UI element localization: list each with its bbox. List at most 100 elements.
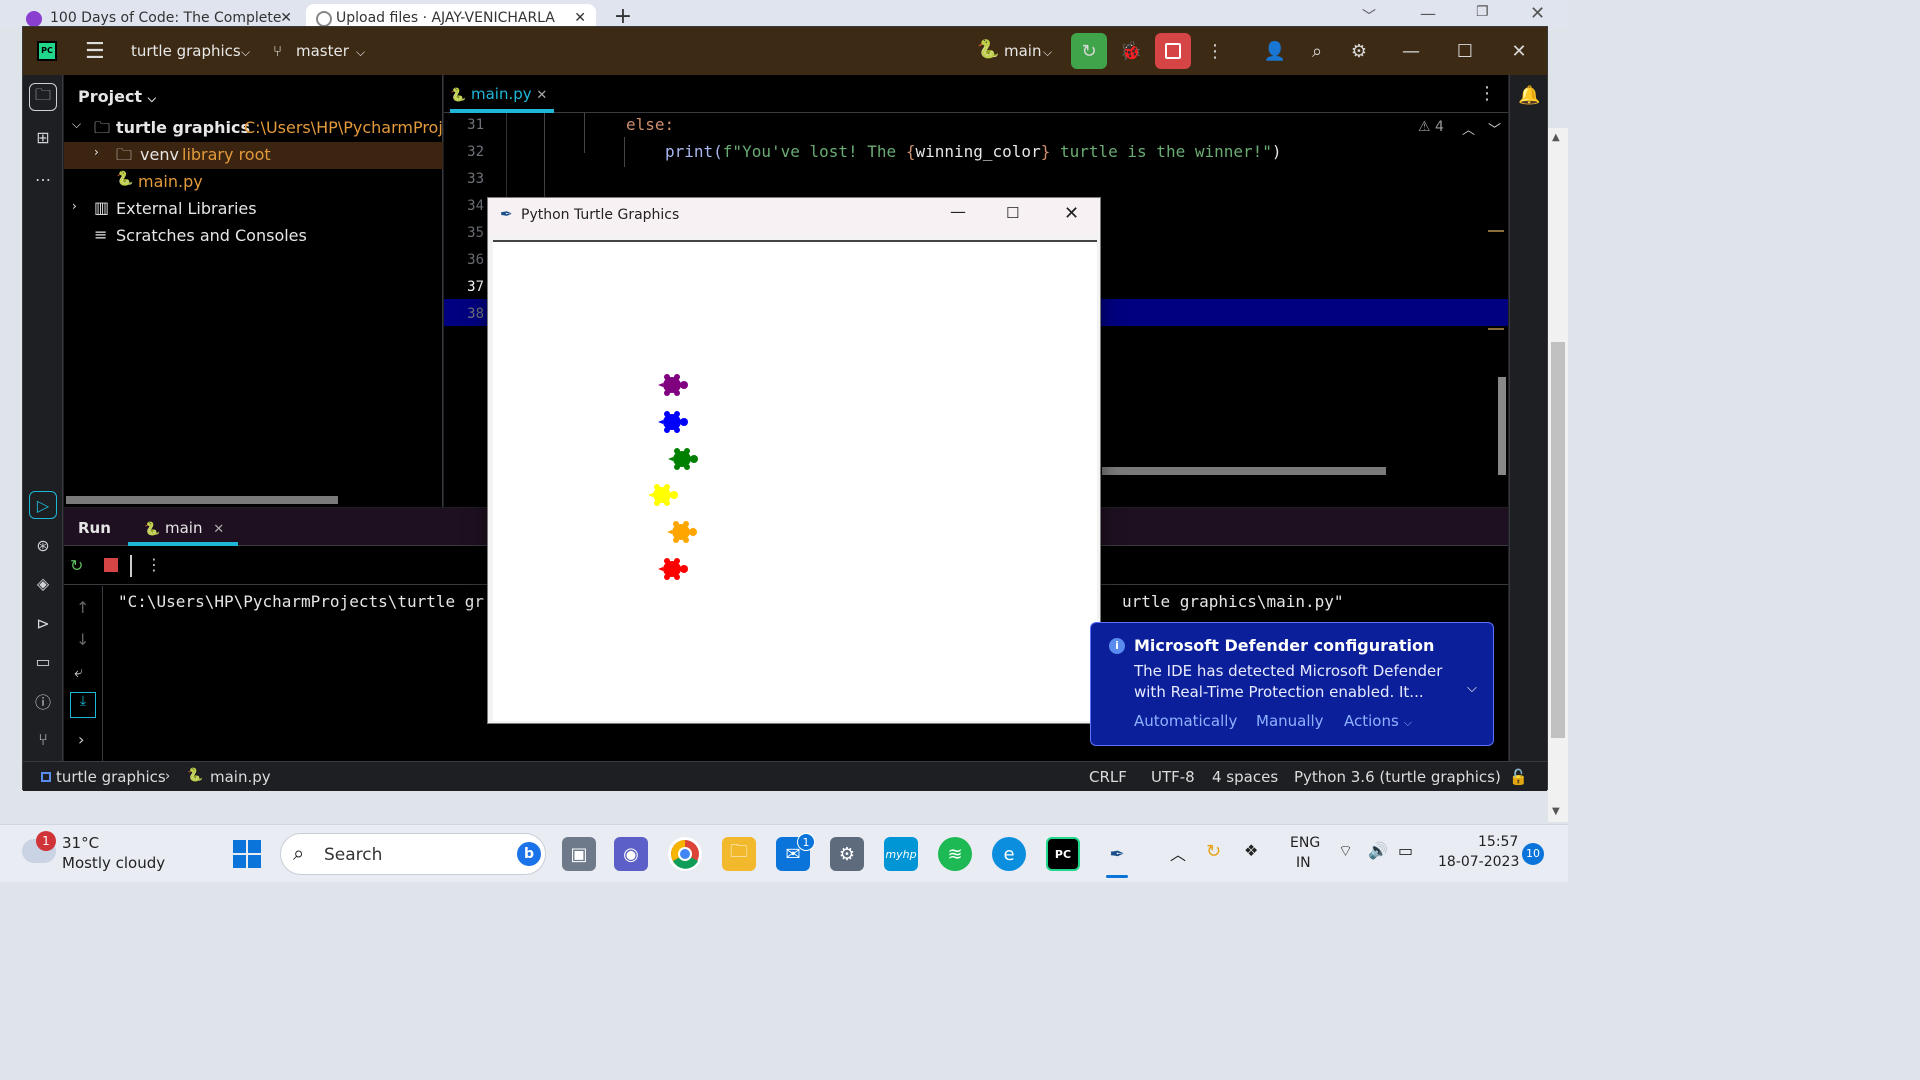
scroll-up-icon[interactable]: ▲ <box>1552 132 1560 143</box>
taskbar-search[interactable]: ⌕ Search b <box>280 833 546 875</box>
weather-desc[interactable]: Mostly cloudy <box>62 854 165 872</box>
services-icon[interactable]: ⊳ <box>29 609 57 637</box>
more-options-icon[interactable]: ⋮ <box>1197 33 1233 69</box>
minimize-icon[interactable]: — <box>1420 4 1436 23</box>
weather-temp[interactable]: 31°C <box>62 834 99 852</box>
chevron-down-icon[interactable]: ﹀ <box>1362 6 1376 26</box>
chevron-down-icon[interactable]: ﹀ <box>1488 119 1501 138</box>
chevron-down-icon[interactable]: ⌵ <box>72 117 81 132</box>
terminal-icon[interactable]: ▭ <box>29 647 57 675</box>
tree-root[interactable]: ⌵ 🗀 turtle graphics C:\Users\HP\PycharmP… <box>64 115 443 142</box>
indent-setting[interactable]: 4 spaces <box>1212 768 1278 786</box>
turtle-window-titlebar[interactable]: ✒ Python Turtle Graphics — ☐ ✕ <box>488 198 1100 234</box>
battery-icon[interactable]: ▭ <box>1398 841 1413 860</box>
clock-time[interactable]: 15:57 <box>1478 834 1518 850</box>
chevron-down-icon[interactable]: ⌵ <box>241 45 250 60</box>
git-icon[interactable]: ⑂ <box>29 725 57 753</box>
chevron-up-icon[interactable]: ︿ <box>1170 841 1186 865</box>
minimize-icon[interactable]: — <box>1393 33 1429 69</box>
file-encoding[interactable]: UTF-8 <box>1151 768 1195 786</box>
search-icon[interactable]: ⌕ <box>1299 33 1335 69</box>
chevron-right-icon[interactable]: › <box>78 730 84 749</box>
close-icon[interactable]: ✕ <box>574 10 586 26</box>
windows-start-icon[interactable] <box>230 837 264 871</box>
structure-icon[interactable]: ⊞ <box>29 123 57 151</box>
hamburger-menu-icon[interactable]: ☰ <box>85 39 105 64</box>
scroll-to-end-icon[interactable]: ⤓ <box>70 692 96 718</box>
rerun-button[interactable]: ↻ <box>1071 33 1107 69</box>
stop-button[interactable] <box>1155 33 1191 69</box>
page-scrollbar[interactable]: ▲ ▼ <box>1548 128 1568 822</box>
line-separator[interactable]: CRLF <box>1089 768 1127 786</box>
pycharm-taskbar-icon[interactable]: PC <box>1046 837 1080 871</box>
add-user-icon[interactable]: 👤 <box>1257 33 1293 69</box>
project-pane-title[interactable]: Project ⌵ <box>78 87 156 106</box>
maximize-icon[interactable]: ☐ <box>1006 204 1019 222</box>
editor-tab-main-py[interactable]: 🐍 main.py ✕ <box>450 85 547 103</box>
horizontal-scrollbar[interactable] <box>1102 467 1386 475</box>
chevron-down-icon[interactable]: ⌵ <box>356 45 365 60</box>
volume-icon[interactable]: 🔊 <box>1368 841 1388 860</box>
editor-scroll-thumb[interactable] <box>1498 377 1506 475</box>
folder-icon[interactable]: 🗀 <box>29 83 57 111</box>
language-label[interactable]: ENG <box>1290 835 1320 851</box>
scroll-thumb[interactable] <box>1551 342 1565 738</box>
close-icon[interactable]: ✕ <box>1501 33 1537 69</box>
layers-icon[interactable]: ◈ <box>29 569 57 597</box>
minimize-icon[interactable]: — <box>950 202 966 221</box>
teams-chat-icon[interactable]: ◉ <box>614 837 648 871</box>
tree-item-external-libraries[interactable]: › ▥ External Libraries <box>64 196 443 223</box>
rerun-icon[interactable]: ↻ <box>70 556 83 575</box>
maximize-icon[interactable]: ☐ <box>1447 33 1483 69</box>
chrome-icon[interactable] <box>668 837 702 871</box>
stop-icon[interactable] <box>104 558 118 572</box>
lock-icon[interactable]: 🔓 <box>1509 768 1528 786</box>
problems-icon[interactable]: ⓘ <box>29 687 57 715</box>
sync-icon[interactable]: ↻ <box>1206 841 1221 862</box>
chevron-down-icon[interactable]: ⌵ <box>1043 45 1052 60</box>
close-icon[interactable]: ✕ <box>280 10 292 26</box>
region-label[interactable]: IN <box>1296 855 1311 871</box>
dropbox-icon[interactable]: ❖ <box>1244 841 1258 860</box>
python-console-icon[interactable]: ⊛ <box>29 531 57 559</box>
edge-icon[interactable]: e <box>992 837 1026 871</box>
turtle-canvas[interactable] <box>493 240 1097 721</box>
branch-name[interactable]: master <box>296 42 349 60</box>
run-tool-icon[interactable]: ▷ <box>29 491 57 519</box>
close-icon[interactable]: ✕ <box>213 522 224 537</box>
clock-date[interactable]: 18-07-2023 <box>1438 854 1519 870</box>
task-view-icon[interactable]: ▣ <box>562 837 596 871</box>
file-explorer-icon[interactable]: 🗀 <box>722 837 756 871</box>
soft-wrap-icon[interactable]: ⤶ <box>74 662 83 682</box>
tree-item-venv[interactable]: › 🗀 venv library root <box>64 142 443 169</box>
warnings-indicator[interactable]: ⚠ 4 <box>1418 119 1444 135</box>
breadcrumb-file[interactable]: main.py <box>210 768 271 786</box>
restore-icon[interactable]: ❐ <box>1476 4 1489 20</box>
more-options-icon[interactable]: ⋮ <box>1478 83 1496 104</box>
wifi-icon[interactable]: ⌔ <box>1338 841 1353 861</box>
close-icon[interactable]: ✕ <box>536 88 547 103</box>
tree-item-scratches[interactable]: ≡ Scratches and Consoles <box>64 223 443 250</box>
chevron-up-icon[interactable]: ︿ <box>1462 119 1475 138</box>
scroll-down-icon[interactable]: ▼ <box>1552 806 1560 817</box>
run-config-label[interactable]: main <box>1004 42 1041 60</box>
chevron-down-icon[interactable]: ⌵ <box>148 92 156 105</box>
new-tab-icon[interactable]: + <box>608 4 638 29</box>
arrow-down-icon[interactable]: ↓ <box>76 630 89 649</box>
chevron-right-icon[interactable]: › <box>72 199 77 213</box>
close-icon[interactable]: ✕ <box>1064 203 1079 224</box>
python-turtle-taskbar-icon[interactable]: ✒ <box>1100 837 1134 871</box>
chevron-down-icon[interactable]: ⌵ <box>1467 681 1477 696</box>
settings-icon[interactable]: ⚙ <box>830 837 864 871</box>
project-name[interactable]: turtle graphics <box>131 42 241 60</box>
spotify-icon[interactable]: ≋ <box>938 837 972 871</box>
tree-item-main-py[interactable]: 🐍 main.py <box>64 169 443 196</box>
run-tab-main[interactable]: 🐍 main ✕ <box>144 519 224 537</box>
arrow-up-icon[interactable]: ↑ <box>76 598 89 617</box>
python-interpreter[interactable]: Python 3.6 (turtle graphics) <box>1294 768 1501 786</box>
automatically-link[interactable]: Automatically <box>1134 712 1237 730</box>
myhp-icon[interactable]: myhp <box>884 837 918 871</box>
more-icon[interactable]: … <box>29 161 57 189</box>
debug-icon[interactable]: 🐞 <box>1113 33 1149 69</box>
notification-count-badge[interactable]: 10 <box>1522 843 1544 865</box>
